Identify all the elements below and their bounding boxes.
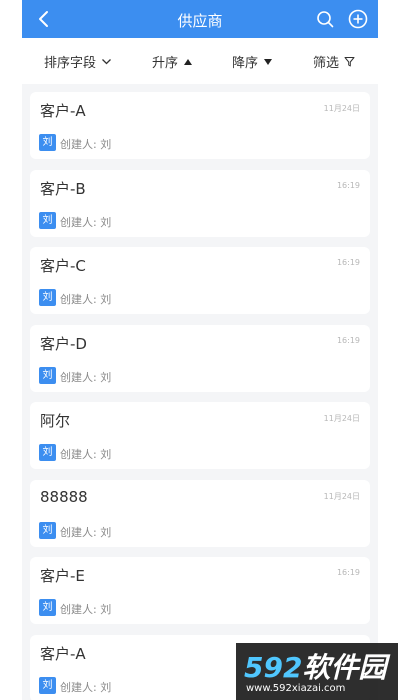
item-name: 客户-E — [40, 567, 85, 585]
ascending-sort-button[interactable]: 升序 — [152, 52, 193, 71]
item-creator: 创建人: 刘 — [60, 138, 112, 151]
item-creator: 创建人: 刘 — [60, 293, 112, 306]
item-name: 客户-D — [40, 334, 87, 353]
item-creator: 创建人: 刘 — [60, 525, 112, 539]
item-time: 11月24日 — [323, 491, 360, 501]
chevron-down-icon — [102, 59, 111, 65]
item-name: 客户-A — [40, 644, 86, 663]
supplier-list: 客户-A 11月24日刘创建人: 刘客户-B 16:19 刘创建人: 刘客户-C 16:… — [30, 92, 370, 700]
item-time: 16:19 — [336, 568, 360, 577]
item-creator: 创建人: 刘 — [60, 680, 112, 694]
search-icon[interactable] — [316, 10, 334, 28]
sort-field-dropdown[interactable]: 排序字段 — [44, 52, 112, 71]
item-creator: 创建人: 刘 — [60, 215, 112, 229]
item-time: 16:19 — [336, 180, 360, 190]
item-name: 客户-A — [40, 102, 86, 120]
watermark-brand: 软件园 — [302, 651, 387, 684]
list-item[interactable]: 客户-B 16:19 刘创建人: 刘 — [30, 169, 370, 237]
list-item[interactable]: 88888 11月24日刘创建人: 刘 — [30, 479, 370, 547]
list-item[interactable]: 客户-A 11月24日刘创建人: 刘 — [30, 92, 370, 159]
sort-field-label: 排序字段 — [44, 56, 97, 71]
nav-bar: 供应商 — [22, 0, 378, 38]
watermark-logo-text: 592软件园 — [244, 646, 386, 686]
avatar: 刘 — [39, 366, 56, 384]
item-time: 11月24日 — [323, 104, 360, 113]
item-time: 16:19 — [336, 335, 360, 345]
item-time: 16:19 — [336, 258, 360, 267]
list-item[interactable]: 客户-C 16:19 刘创建人: 刘 — [30, 247, 370, 314]
descending-sort-button[interactable]: 降序 — [232, 52, 273, 71]
ascending-label: 升序 — [152, 56, 179, 71]
item-time: 11月24日 — [323, 414, 360, 423]
item-creator: 创建人: 刘 — [60, 448, 112, 461]
triangle-down-icon — [264, 58, 273, 65]
avatar: 刘 — [39, 599, 56, 616]
watermark-logo: 592软件园 www.592xiazai.com — [236, 643, 398, 700]
avatar: 刘 — [39, 289, 56, 306]
watermark-url: www.592xiazai.com — [246, 683, 346, 694]
item-creator: 创建人: 刘 — [60, 370, 112, 384]
sort-filter-toolbar: 排序字段 升序 降序 筛选 — [22, 38, 378, 84]
item-name: 客户-C — [40, 257, 86, 275]
item-creator: 创建人: 刘 — [60, 603, 112, 616]
watermark-digits: 592 — [244, 651, 303, 684]
avatar: 刘 — [39, 676, 56, 694]
item-name: 客户-B — [40, 179, 86, 198]
funnel-icon — [344, 57, 355, 67]
avatar: 刘 — [39, 134, 56, 151]
avatar: 刘 — [39, 521, 56, 539]
list-item[interactable]: 客户-E 16:19 刘创建人: 刘 — [30, 557, 370, 624]
plus-circle-icon[interactable] — [348, 9, 368, 29]
triangle-up-icon — [184, 58, 193, 65]
filter-label: 筛选 — [313, 56, 340, 71]
list-item[interactable]: 阿尔 11月24日刘创建人: 刘 — [30, 402, 370, 469]
item-name: 阿尔 — [40, 412, 71, 430]
app-frame: 供应商 排序字段 升序 降序 筛选 客户-A 11月24日刘创建人: 刘客户-B 1… — [22, 0, 378, 700]
descending-label: 降序 — [232, 56, 259, 71]
avatar: 刘 — [39, 211, 56, 229]
filter-button[interactable]: 筛选 — [313, 52, 355, 71]
list-item[interactable]: 客户-D 16:19 刘创建人: 刘 — [30, 324, 370, 392]
avatar: 刘 — [39, 444, 56, 461]
item-name: 88888 — [40, 487, 88, 506]
